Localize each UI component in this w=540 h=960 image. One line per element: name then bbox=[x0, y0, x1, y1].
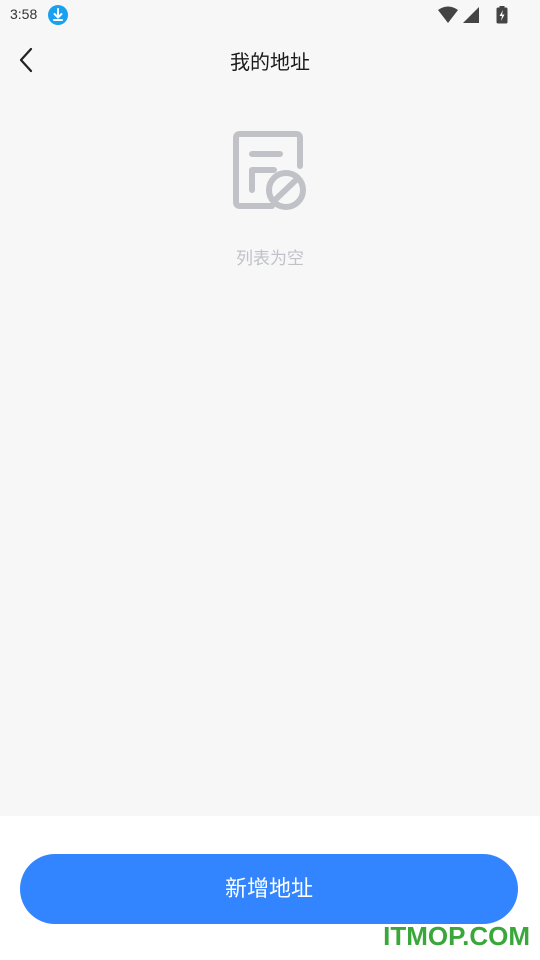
battery-icon bbox=[496, 6, 508, 28]
empty-state-text: 列表为空 bbox=[236, 249, 304, 269]
wifi-icon bbox=[438, 6, 458, 28]
status-time: 3:58 bbox=[10, 6, 38, 22]
status-bar: 3:58 bbox=[0, 0, 540, 30]
page-title: 我的地址 bbox=[230, 50, 310, 74]
add-address-button[interactable]: 新增地址 bbox=[20, 854, 518, 924]
empty-list-icon bbox=[230, 126, 310, 216]
download-icon bbox=[48, 5, 68, 25]
watermark: ITMOP.COM bbox=[383, 921, 530, 951]
nav-bar: 我的地址 bbox=[0, 36, 540, 84]
empty-state: 列表为空 bbox=[0, 126, 540, 276]
signal-icon bbox=[462, 6, 480, 28]
